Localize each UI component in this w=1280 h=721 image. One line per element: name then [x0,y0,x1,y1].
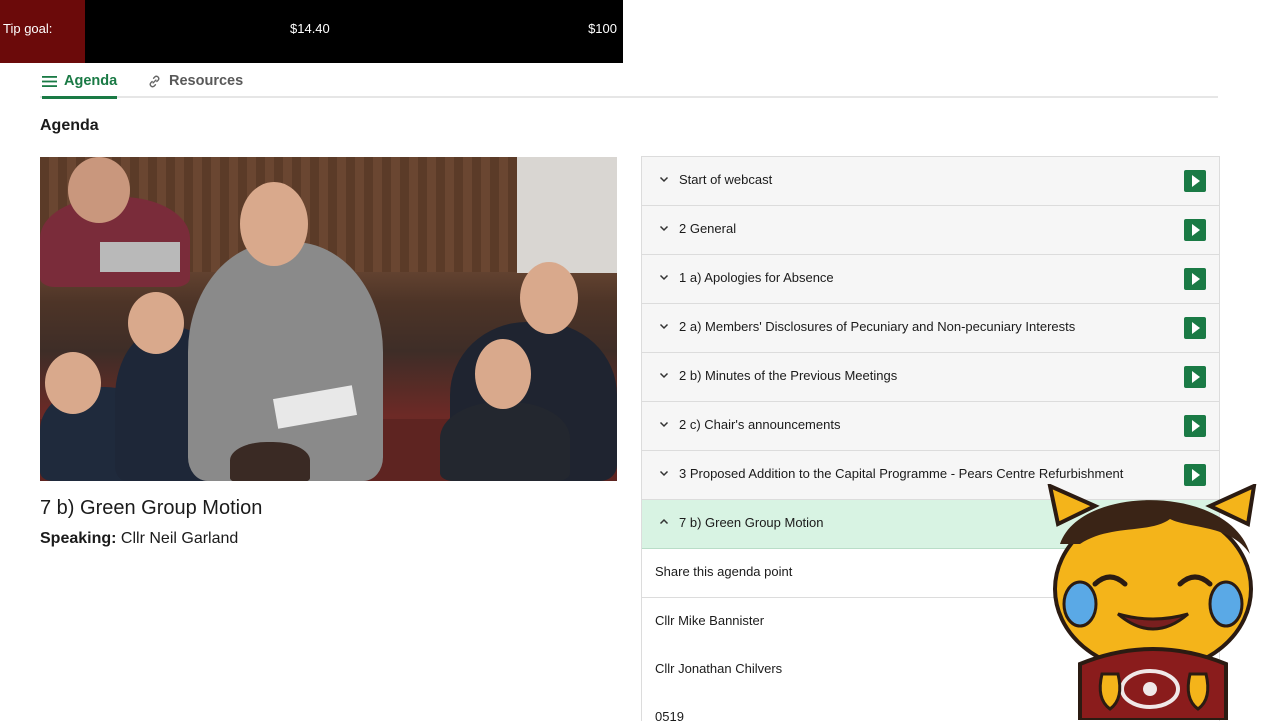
video-head [520,262,578,334]
speaker-item-label: 0519 [655,709,684,721]
play-icon[interactable] [1184,415,1206,437]
video-window [517,157,617,273]
speaker-item-label: Cllr Mike Bannister [655,613,765,628]
video-head [68,157,130,223]
speaking-label: Speaking: [40,530,117,547]
play-icon[interactable] [1184,219,1206,241]
chevron-down-icon [659,225,669,232]
agenda-item-label: 2 c) Chair's announcements [679,417,841,432]
video-head [128,292,184,354]
agenda-item[interactable]: 2 General [642,206,1219,255]
speaker-item-label: Cllr Jonathan Chilvers [655,661,783,676]
video-person [440,402,570,481]
agenda-item-label: 7 b) Green Group Motion [679,515,824,530]
chevron-down-icon [659,470,669,477]
chevron-up-icon [659,518,669,525]
share-agenda-label: Share this agenda point [655,564,793,579]
video-person [230,442,310,481]
agenda-item-label: 2 General [679,221,737,236]
agenda-item-label: 2 b) Minutes of the Previous Meetings [679,368,898,383]
play-icon[interactable] [1184,366,1206,388]
tab-agenda-label: Agenda [64,73,118,89]
agenda-item-label: 2 a) Members' Disclosures of Pecuniary a… [679,319,1076,334]
page-title: Agenda [40,117,99,134]
agenda-item[interactable]: 2 a) Members' Disclosures of Pecuniary a… [642,304,1219,353]
agenda-item[interactable]: 1 a) Apologies for Absence [642,255,1219,304]
play-icon[interactable] [1184,464,1206,486]
speaker-line: Speaking: Cllr Neil Garland [40,530,238,548]
tip-goal-label: Tip goal: [3,21,53,36]
play-icon[interactable] [1184,268,1206,290]
agenda-item-label: 3 Proposed Addition to the Capital Progr… [679,466,1124,481]
link-icon [147,74,162,89]
video-head [45,352,101,414]
video-head [475,339,531,409]
speaker-name: Cllr Neil Garland [120,530,239,547]
tip-goal-overlay: Tip goal: $14.40 $100 [0,0,623,63]
agenda-item-label: Start of webcast [679,172,773,187]
chevron-down-icon [659,176,669,183]
video-laptop [100,242,180,272]
tab-resources-label: Resources [169,73,244,89]
tab-bar: Agenda Resources [40,62,1218,99]
agenda-item-label: 1 a) Apologies for Absence [679,270,834,285]
agenda-item[interactable]: 2 c) Chair's announcements [642,402,1219,451]
tip-goal-current: $14.40 [290,21,330,36]
agenda-item[interactable]: Start of webcast [642,157,1219,206]
current-agenda-title: 7 b) Green Group Motion [40,497,263,519]
video-player[interactable] [40,157,617,481]
chevron-down-icon [659,274,669,281]
tip-goal-target: $100 [588,21,617,36]
agenda-item[interactable]: 2 b) Minutes of the Previous Meetings [642,353,1219,402]
cat-mascot-overlay [1047,484,1257,720]
chevron-down-icon [659,372,669,379]
tab-resources[interactable]: Resources [147,68,243,94]
chevron-down-icon [659,323,669,330]
chevron-down-icon [659,421,669,428]
menu-lines-icon [42,75,57,88]
play-icon[interactable] [1184,317,1206,339]
video-speaker-head [240,182,308,266]
tab-agenda[interactable]: Agenda [42,68,118,99]
play-icon[interactable] [1184,170,1206,192]
